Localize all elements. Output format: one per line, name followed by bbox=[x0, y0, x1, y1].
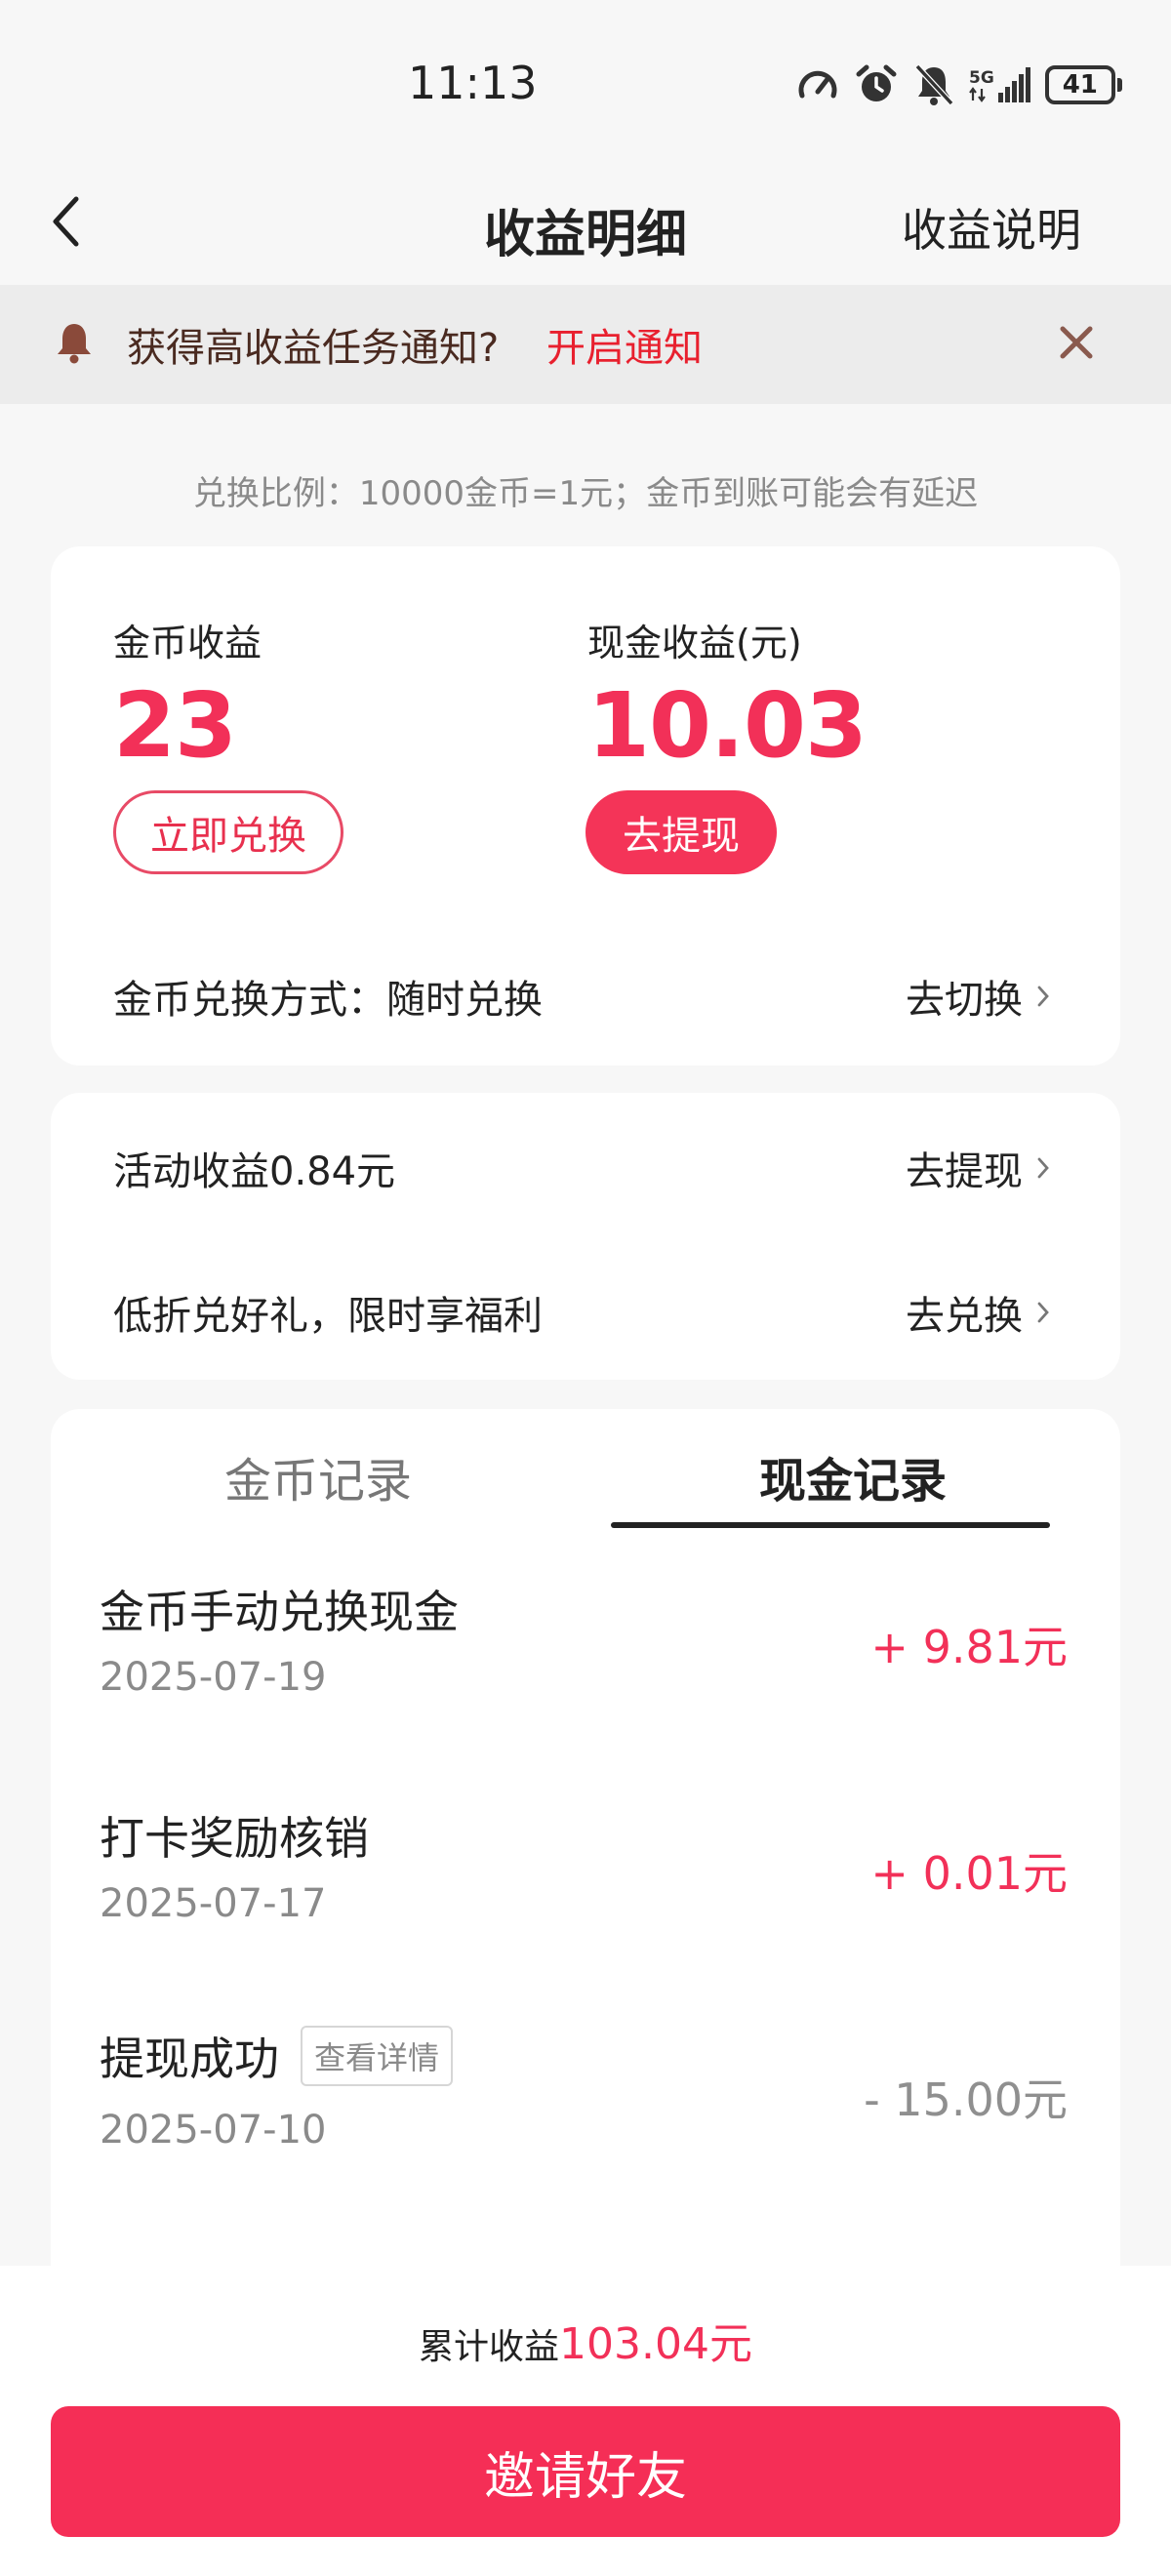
record-amount: + 9.81元 bbox=[870, 1621, 1068, 1673]
activity-card: 活动收益0.84元 去提现 低折兑好礼，限时享福利 去兑换 bbox=[51, 1093, 1120, 1380]
page: 11:13 5G 41 收益明细 收益说明 获得高收益任务通知? 开启通知 兑换… bbox=[0, 0, 1171, 2576]
data-arrows-icon bbox=[969, 87, 986, 102]
cash-earnings-label: 现金收益(元) bbox=[587, 622, 802, 664]
mute-bell-icon bbox=[914, 63, 954, 106]
switch-mode-label: 去切换 bbox=[906, 978, 1023, 1023]
coin-earnings-value: 23 bbox=[113, 673, 237, 778]
record-title: 打卡奖励核销 bbox=[100, 1812, 369, 1865]
total-earnings-value: 103.04元 bbox=[559, 2319, 752, 2369]
total-earnings: 累计收益103.04元 bbox=[0, 2309, 1171, 2371]
active-tab-indicator bbox=[611, 1522, 1050, 1528]
activity-withdraw-label: 去提现 bbox=[906, 1149, 1023, 1194]
activity-earnings-label: 活动收益0.84元 bbox=[113, 1149, 396, 1194]
earnings-explanation-link[interactable]: 收益说明 bbox=[902, 195, 1081, 260]
record-date: 2025-07-17 bbox=[100, 1881, 327, 1926]
record-date: 2025-07-10 bbox=[100, 2108, 327, 2153]
tab-coin-records[interactable]: 金币记录 bbox=[224, 1442, 412, 1510]
discount-exchange-label: 去兑换 bbox=[906, 1294, 1023, 1339]
status-bar: 11:13 5G 41 bbox=[0, 0, 1171, 166]
earnings-card: 金币收益 23 立即兑换 现金收益(元) 10.03 去提现 金币兑换方式：随时… bbox=[51, 546, 1120, 1066]
enable-notification-link[interactable]: 开启通知 bbox=[546, 316, 703, 373]
nav-bar: 收益明细 收益说明 bbox=[0, 166, 1171, 283]
network-type: 5G bbox=[969, 68, 994, 88]
record-amount: - 15.00元 bbox=[864, 2073, 1068, 2126]
speedometer-icon bbox=[798, 70, 837, 99]
signal-icon bbox=[997, 67, 1030, 102]
notification-banner: 获得高收益任务通知? 开启通知 bbox=[0, 285, 1171, 404]
record-amount: + 0.01元 bbox=[870, 1847, 1068, 1900]
network-indicator: 5G bbox=[969, 67, 1031, 102]
records-card: 金币记录 现金记录 金币手动兑换现金 2025-07-19 + 9.81元 打卡… bbox=[51, 1409, 1120, 2385]
record-title: 提现成功 查看详情 bbox=[100, 2024, 454, 2088]
chevron-right-icon bbox=[1037, 1157, 1049, 1179]
notification-text: 获得高收益任务通知? bbox=[127, 326, 500, 371]
invite-friends-button[interactable]: 邀请好友 bbox=[51, 2406, 1120, 2537]
cash-earnings-value: 10.03 bbox=[587, 673, 868, 778]
exchange-mode-label: 金币兑换方式：随时兑换 bbox=[113, 978, 543, 1023]
status-icons: 5G 41 bbox=[795, 59, 1122, 111]
chevron-right-icon bbox=[1037, 986, 1049, 1007]
record-title: 金币手动兑换现金 bbox=[100, 1586, 459, 1638]
withdraw-button[interactable]: 去提现 bbox=[586, 790, 777, 874]
bell-icon bbox=[58, 324, 91, 364]
chevron-right-icon bbox=[1037, 1302, 1049, 1323]
close-icon[interactable] bbox=[1054, 320, 1099, 365]
bottom-bar: 累计收益103.04元 邀请好友 bbox=[0, 2266, 1171, 2576]
tab-cash-records[interactable]: 现金记录 bbox=[759, 1442, 947, 1510]
discount-gift-label: 低折兑好礼，限时享福利 bbox=[113, 1294, 543, 1339]
battery-icon: 41 bbox=[1044, 65, 1122, 104]
switch-mode-link[interactable]: 去切换 bbox=[906, 968, 1050, 1025]
exchange-ratio-note: 兑换比例：10000金币=1元；金币到账可能会有延迟 bbox=[192, 474, 979, 513]
discount-exchange-link[interactable]: 去兑换 bbox=[906, 1284, 1050, 1341]
view-details-button[interactable]: 查看详情 bbox=[301, 2026, 454, 2086]
record-date: 2025-07-19 bbox=[100, 1655, 327, 1700]
coin-earnings-label: 金币收益 bbox=[113, 622, 262, 664]
activity-withdraw-link[interactable]: 去提现 bbox=[906, 1140, 1050, 1196]
alarm-icon bbox=[856, 64, 897, 101]
total-earnings-label: 累计收益 bbox=[419, 2327, 560, 2367]
exchange-now-button[interactable]: 立即兑换 bbox=[113, 790, 343, 874]
status-time: 11:13 bbox=[408, 57, 538, 109]
